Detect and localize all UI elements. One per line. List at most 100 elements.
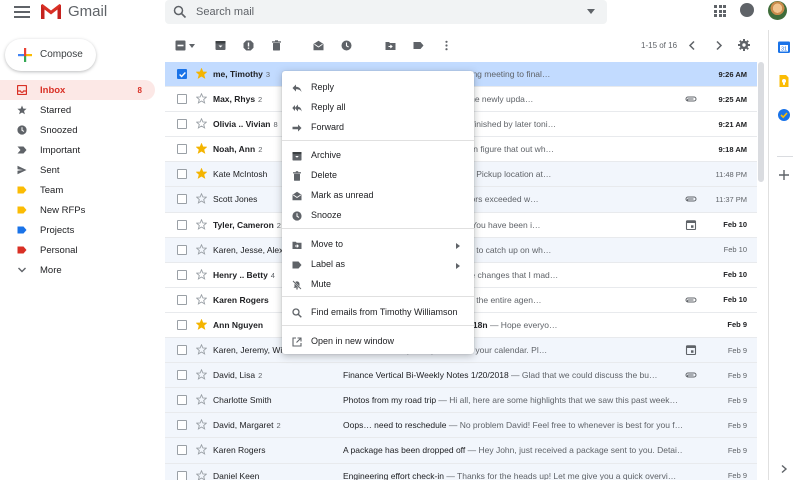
trash-icon[interactable] xyxy=(271,40,282,51)
report-spam-icon[interactable] xyxy=(243,40,254,51)
select-dropdown-icon[interactable] xyxy=(189,43,195,49)
row-checkbox[interactable] xyxy=(177,94,187,105)
row-checkbox[interactable] xyxy=(177,244,187,255)
menu-item-open-in-new-window[interactable]: Open in new window xyxy=(282,333,474,351)
menu-item-find-emails-from-timothy-williamson[interactable]: Find emails from Timothy Williamson xyxy=(282,304,474,322)
star-toggle-icon[interactable] xyxy=(196,193,207,205)
star-toggle-icon[interactable] xyxy=(196,419,207,431)
row-checkbox[interactable] xyxy=(177,119,187,130)
row-checkbox[interactable] xyxy=(177,69,187,79)
star-toggle-icon[interactable] xyxy=(196,444,207,456)
star-toggle-icon[interactable] xyxy=(196,394,207,406)
row-checkbox[interactable] xyxy=(177,269,187,280)
menu-item-mute[interactable]: Mute xyxy=(282,276,474,294)
star-toggle-icon[interactable] xyxy=(196,93,207,104)
menu-item-mark-as-unread[interactable]: Mark as unread xyxy=(282,187,474,205)
sidebar-item-important[interactable]: Important xyxy=(0,140,155,160)
row-checkbox[interactable] xyxy=(177,219,187,230)
star-toggle-icon[interactable] xyxy=(196,293,207,305)
email-row[interactable]: David, Margaret 2 Oops… need to reschedule… xyxy=(165,413,757,439)
older-page-icon[interactable] xyxy=(713,40,724,51)
attachment-icon[interactable] xyxy=(685,370,697,380)
sidebar-item-new-rfps[interactable]: New RFPs xyxy=(0,200,155,220)
row-checkbox[interactable] xyxy=(177,144,187,155)
calendar-app-icon[interactable]: 31 xyxy=(777,40,791,54)
row-checkbox[interactable] xyxy=(177,445,187,456)
row-checkbox[interactable] xyxy=(177,370,187,381)
select-all-checkbox[interactable] xyxy=(175,40,186,51)
menu-item-reply[interactable]: Reply xyxy=(282,79,474,97)
menu-item-snooze[interactable]: Snooze xyxy=(282,207,474,225)
notifications-icon[interactable] xyxy=(740,3,754,17)
tasks-app-icon[interactable] xyxy=(777,108,791,122)
snooze-icon[interactable] xyxy=(341,40,352,51)
star-toggle-icon[interactable] xyxy=(196,369,207,380)
attachment-icon[interactable] xyxy=(685,94,697,104)
star-toggle-icon[interactable] xyxy=(196,469,207,480)
sidebar-item-sent[interactable]: Sent xyxy=(0,160,155,180)
sidebar-item-starred[interactable]: Starred xyxy=(0,100,155,120)
star-toggle-icon[interactable] xyxy=(196,68,207,79)
apps-grid-icon[interactable] xyxy=(714,5,726,17)
menu-item-move-to[interactable]: Move to xyxy=(282,236,474,254)
account-avatar[interactable] xyxy=(768,1,787,20)
email-row[interactable]: Karen Rogers A package has been dropped o… xyxy=(165,438,757,464)
search-input[interactable] xyxy=(196,6,576,18)
star-toggle-icon[interactable] xyxy=(196,143,207,155)
main-menu-icon[interactable] xyxy=(14,6,30,20)
scrollbar-thumb[interactable] xyxy=(758,62,764,182)
email-list-scrollbar[interactable] xyxy=(757,62,765,480)
menu-item-label-as[interactable]: Label as xyxy=(282,256,474,274)
star-toggle-icon[interactable] xyxy=(196,344,207,355)
email-row[interactable]: Daniel Keen Engineering effort check-in —… xyxy=(165,463,757,480)
row-checkbox[interactable] xyxy=(177,194,187,205)
newer-page-icon[interactable] xyxy=(687,40,698,51)
mark-as-read-icon[interactable] xyxy=(313,40,324,51)
archive-icon[interactable] xyxy=(215,40,226,51)
email-snippet: — Hope everyo… xyxy=(487,319,558,330)
email-row[interactable]: David, Lisa 2 Finance Vertical Bi-Weekly N… xyxy=(165,363,757,389)
gmail-logo[interactable]: Gmail xyxy=(40,3,107,20)
sidebar-item-inbox[interactable]: Inbox 8 xyxy=(0,80,155,100)
search-icon[interactable] xyxy=(173,5,187,19)
row-checkbox[interactable] xyxy=(177,470,187,480)
menu-item-reply-all[interactable]: Reply all xyxy=(282,99,474,117)
row-checkbox[interactable] xyxy=(177,294,187,305)
star-toggle-icon[interactable] xyxy=(196,118,207,130)
sidebar-item-more[interactable]: More xyxy=(0,260,155,280)
sidebar-item-team[interactable]: Team xyxy=(0,180,155,200)
keep-app-icon[interactable] xyxy=(777,74,791,88)
compose-button[interactable]: Compose xyxy=(5,39,96,71)
star-toggle-icon[interactable] xyxy=(196,268,207,280)
star-toggle-icon[interactable] xyxy=(196,168,207,180)
row-checkbox[interactable] xyxy=(177,319,187,330)
label-icon[interactable] xyxy=(413,40,424,51)
expand-panel-icon[interactable] xyxy=(779,464,789,474)
sidebar-item-personal[interactable]: Personal xyxy=(0,240,155,260)
calendar-icon[interactable] xyxy=(685,345,697,356)
row-checkbox[interactable] xyxy=(177,395,187,406)
email-row[interactable]: Charlotte Smith Photos from my road trip … xyxy=(165,388,757,414)
attachment-icon[interactable] xyxy=(685,295,697,305)
attachment-icon[interactable] xyxy=(685,194,697,204)
move-to-icon[interactable] xyxy=(385,40,396,51)
calendar-icon[interactable] xyxy=(685,219,697,230)
search-options-icon[interactable] xyxy=(587,9,595,14)
star-toggle-icon[interactable] xyxy=(196,318,207,330)
row-checkbox[interactable] xyxy=(177,345,187,356)
sidebar-item-snoozed[interactable]: Snoozed xyxy=(0,120,155,140)
add-addon-icon[interactable] xyxy=(777,168,791,182)
sidebar-item-label: Starred xyxy=(40,104,72,116)
menu-item-archive[interactable]: Archive xyxy=(282,147,474,165)
more-vert-icon[interactable] xyxy=(441,40,452,51)
menu-item-label: Mute xyxy=(311,279,332,289)
row-checkbox[interactable] xyxy=(177,169,187,180)
sidebar-item-projects[interactable]: Projects xyxy=(0,220,155,240)
search-bar[interactable] xyxy=(165,0,607,24)
settings-gear-icon[interactable] xyxy=(738,39,750,51)
star-toggle-icon[interactable] xyxy=(196,243,207,255)
menu-item-forward[interactable]: Forward xyxy=(282,119,474,137)
menu-item-delete[interactable]: Delete xyxy=(282,167,474,185)
row-checkbox[interactable] xyxy=(177,420,187,431)
star-toggle-icon[interactable] xyxy=(196,218,207,230)
